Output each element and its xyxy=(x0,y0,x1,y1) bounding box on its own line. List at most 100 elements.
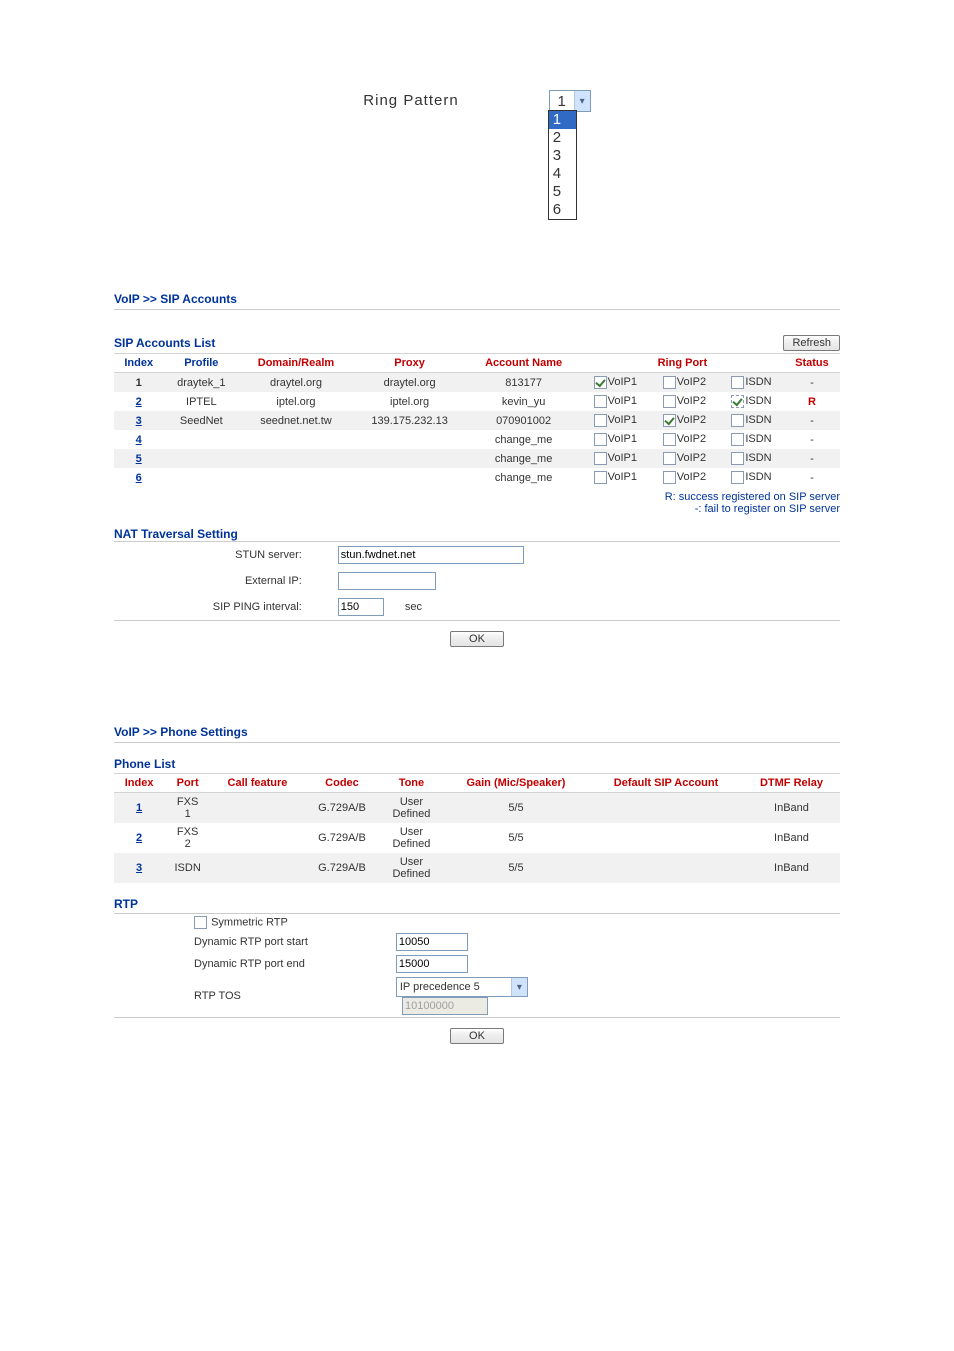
sip-proxy: 139.175.232.13 xyxy=(353,411,467,430)
ring-voip1[interactable]: VoIP1 xyxy=(581,411,650,430)
sip-account: 813177 xyxy=(466,373,580,393)
sip-accounts-list-title: SIP Accounts List xyxy=(114,336,215,350)
ring-option[interactable]: 1 xyxy=(549,111,576,129)
ring-voip1[interactable]: VoIP1 xyxy=(581,392,650,411)
col-tone: Tone xyxy=(380,774,443,793)
ring-option[interactable]: 2 xyxy=(549,129,576,147)
sip-profile xyxy=(163,430,239,449)
phone-row: 3ISDNG.729A/BUserDefined5/5InBand xyxy=(114,853,840,883)
stun-label: STUN server: xyxy=(114,542,332,569)
sip-index-link[interactable]: 4 xyxy=(114,430,163,449)
chevron-down-icon[interactable]: ▾ xyxy=(511,978,527,996)
ring-voip2[interactable]: VoIP2 xyxy=(650,392,719,411)
ring-voip1[interactable]: VoIP1 xyxy=(581,449,650,468)
rtp-tos-select[interactable]: IP precedence 5 ▾ xyxy=(396,977,528,997)
sip-ping-interval-input[interactable] xyxy=(338,598,384,616)
checkbox-icon[interactable] xyxy=(594,452,607,465)
ring-pattern-combo[interactable]: 1 ▾ 123456 xyxy=(549,90,591,112)
ring-voip1[interactable]: VoIP1 xyxy=(581,430,650,449)
col-ringport: Ring Port xyxy=(581,354,784,373)
col-defsip: Default SIP Account xyxy=(589,774,743,793)
ring-voip2[interactable]: VoIP2 xyxy=(650,430,719,449)
breadcrumb-b: Phone Settings xyxy=(160,725,247,739)
sip-profile xyxy=(163,468,239,487)
chevron-down-icon[interactable]: ▾ xyxy=(574,91,590,111)
ring-option[interactable]: 4 xyxy=(549,165,576,183)
col-index: Index xyxy=(114,774,164,793)
phone-port: FXS2 xyxy=(164,823,211,853)
rtp-title: RTP xyxy=(114,897,840,911)
sip-index-link[interactable]: 5 xyxy=(114,449,163,468)
ring-isdn[interactable]: ISDN xyxy=(719,411,784,430)
ring-option[interactable]: 5 xyxy=(549,183,576,201)
phone-index-link[interactable]: 1 xyxy=(114,793,164,824)
sip-profile: SeedNet xyxy=(163,411,239,430)
col-profile: Profile xyxy=(163,354,239,373)
stun-server-input[interactable] xyxy=(338,546,524,564)
phone-index-link[interactable]: 2 xyxy=(114,823,164,853)
phone-codec: G.729A/B xyxy=(304,853,380,883)
checkbox-icon[interactable] xyxy=(731,395,744,408)
ring-option[interactable]: 6 xyxy=(549,201,576,219)
checkbox-icon[interactable] xyxy=(663,395,676,408)
sip-proxy xyxy=(353,468,467,487)
ok-button[interactable]: OK xyxy=(450,1028,504,1044)
ring-voip1[interactable]: VoIP1 xyxy=(581,468,650,487)
ring-pattern-dropdown[interactable]: 123456 xyxy=(548,110,577,220)
ring-voip2[interactable]: VoIP2 xyxy=(650,449,719,468)
checkbox-icon[interactable] xyxy=(731,376,744,389)
phone-tone: UserDefined xyxy=(380,823,443,853)
ring-isdn[interactable]: ISDN xyxy=(719,430,784,449)
ring-voip2[interactable]: VoIP2 xyxy=(650,411,719,430)
symmetric-rtp-checkbox[interactable] xyxy=(194,916,207,929)
ring-voip1[interactable]: VoIP1 xyxy=(581,373,650,393)
checkbox-icon[interactable] xyxy=(731,471,744,484)
checkbox-icon[interactable] xyxy=(594,433,607,446)
sip-row: 3SeedNetseednet.net.tw139.175.232.130709… xyxy=(114,411,840,430)
ring-isdn[interactable]: ISDN xyxy=(719,373,784,393)
phone-row: 2FXS2G.729A/BUserDefined5/5InBand xyxy=(114,823,840,853)
phone-callfeature xyxy=(211,793,304,824)
rtp-tos-value: IP precedence 5 xyxy=(397,981,511,993)
checkbox-icon[interactable] xyxy=(663,471,676,484)
sip-status: - xyxy=(784,411,840,430)
checkbox-icon[interactable] xyxy=(731,414,744,427)
checkbox-icon[interactable] xyxy=(663,376,676,389)
col-proxy: Proxy xyxy=(353,354,467,373)
phone-tone: UserDefined xyxy=(380,853,443,883)
checkbox-icon[interactable] xyxy=(594,376,607,389)
sip-index-link[interactable]: 6 xyxy=(114,468,163,487)
ring-option[interactable]: 3 xyxy=(549,147,576,165)
checkbox-icon[interactable] xyxy=(663,414,676,427)
checkbox-icon[interactable] xyxy=(594,471,607,484)
checkbox-icon[interactable] xyxy=(663,433,676,446)
checkbox-icon[interactable] xyxy=(663,452,676,465)
sip-status: - xyxy=(784,430,840,449)
sip-index-link[interactable]: 3 xyxy=(114,411,163,430)
refresh-button[interactable]: Refresh xyxy=(783,335,840,351)
checkbox-icon[interactable] xyxy=(594,395,607,408)
ring-voip2[interactable]: VoIP2 xyxy=(650,468,719,487)
sip-proxy xyxy=(353,449,467,468)
ring-isdn[interactable]: ISDN xyxy=(719,392,784,411)
col-index: Index xyxy=(114,354,163,373)
phone-index-link[interactable]: 3 xyxy=(114,853,164,883)
sip-domain xyxy=(239,468,353,487)
ring-isdn[interactable]: ISDN xyxy=(719,449,784,468)
sip-index-link[interactable]: 2 xyxy=(114,392,163,411)
extip-label: External IP: xyxy=(114,568,332,594)
ring-isdn[interactable]: ISDN xyxy=(719,468,784,487)
col-port: Port xyxy=(164,774,211,793)
breadcrumb-b: SIP Accounts xyxy=(160,292,237,306)
checkbox-icon[interactable] xyxy=(731,433,744,446)
checkbox-icon[interactable] xyxy=(594,414,607,427)
breadcrumb: VoIP >> SIP Accounts xyxy=(114,292,954,306)
rtp-start-input[interactable] xyxy=(396,933,468,951)
phone-tone: UserDefined xyxy=(380,793,443,824)
external-ip-input[interactable] xyxy=(338,572,436,590)
ok-button[interactable]: OK xyxy=(450,631,504,647)
checkbox-icon[interactable] xyxy=(731,452,744,465)
ring-voip2[interactable]: VoIP2 xyxy=(650,373,719,393)
sip-index-link[interactable]: 1 xyxy=(114,373,163,393)
rtp-end-input[interactable] xyxy=(396,955,468,973)
